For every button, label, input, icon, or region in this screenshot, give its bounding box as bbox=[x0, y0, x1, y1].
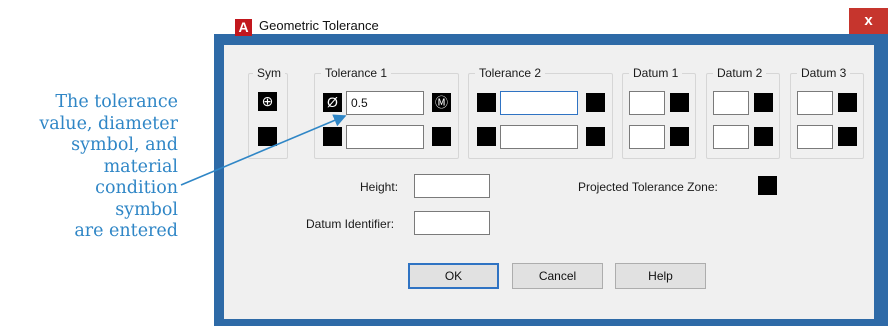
callout-arrow bbox=[180, 114, 347, 186]
